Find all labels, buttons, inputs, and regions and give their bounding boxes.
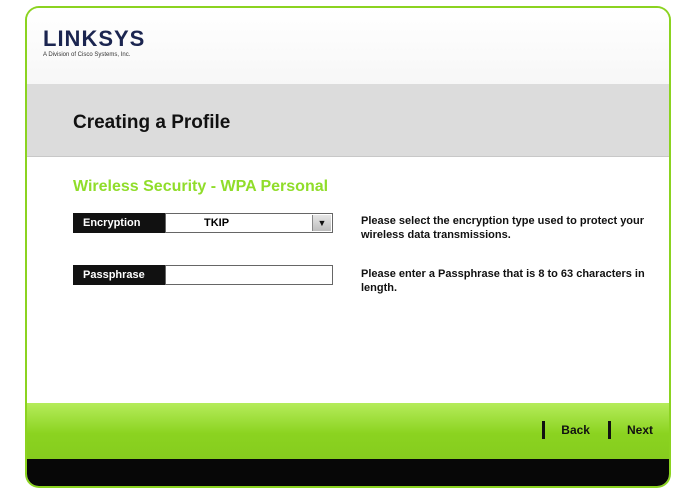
passphrase-help-text: Please enter a Passphrase that is 8 to 6… <box>361 268 645 294</box>
page-title: Creating a Profile <box>73 112 231 133</box>
bottom-bar <box>27 459 669 486</box>
wizard-panel: LINKSYS A Division of Cisco Systems, Inc… <box>27 8 669 486</box>
back-button[interactable]: Back <box>561 423 590 437</box>
nav-separator <box>542 421 546 439</box>
encryption-selected-value: TKIP <box>204 217 230 229</box>
footer-band: Back Next <box>27 403 669 459</box>
logo-wordmark: LINKSYS <box>43 26 146 51</box>
encryption-select[interactable]: TKIP ▼ <box>165 213 333 233</box>
brand-header: LINKSYS A Division of Cisco Systems, Inc… <box>27 8 669 84</box>
logo-tagline: A Division of Cisco Systems, Inc. <box>43 52 131 58</box>
linksys-logo: LINKSYS A Division of Cisco Systems, Inc… <box>43 28 145 59</box>
window-frame: LINKSYS A Division of Cisco Systems, Inc… <box>25 6 671 488</box>
wizard-navigation: Back Next <box>542 421 653 439</box>
passphrase-label: Passphrase <box>73 265 165 285</box>
encryption-help-text: Please select the encryption type used t… <box>361 215 645 241</box>
encryption-label: Encryption <box>73 213 165 233</box>
dropdown-arrow-icon[interactable]: ▼ <box>312 215 331 231</box>
section-title: Wireless Security - WPA Personal <box>73 178 329 195</box>
passphrase-input[interactable] <box>165 265 333 285</box>
title-band: Creating a Profile <box>27 84 669 157</box>
next-button[interactable]: Next <box>627 423 653 437</box>
nav-separator <box>607 421 611 439</box>
